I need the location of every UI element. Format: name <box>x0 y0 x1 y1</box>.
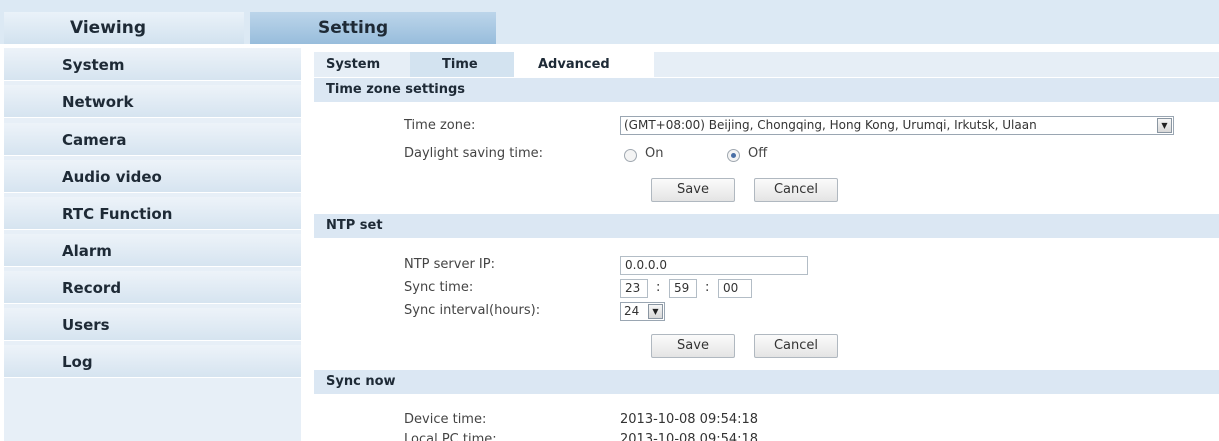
sync-interval-value: 24 <box>624 304 640 318</box>
sidebar: System Network Camera Audio video RTC Fu… <box>4 48 301 441</box>
sidebar-item-camera[interactable]: Camera <box>4 123 301 156</box>
ntp-server-input[interactable]: 0.0.0.0 <box>620 256 808 275</box>
tab-system[interactable]: System <box>314 52 404 77</box>
sync-minute-input[interactable]: 59 <box>669 279 697 298</box>
device-time-label: Device time: <box>404 412 487 427</box>
top-tab-bar: Viewing Setting <box>0 0 1219 44</box>
sidebar-item-system[interactable]: System <box>4 48 301 81</box>
time-separator: : <box>656 280 661 295</box>
ntp-server-label: NTP server IP: <box>404 257 495 272</box>
section-title-time-zone: Time zone settings <box>314 78 1219 102</box>
sync-interval-label: Sync interval(hours): <box>404 303 541 318</box>
section-title-sync-now: Sync now <box>314 370 1219 394</box>
daylight-off-label: Off <box>748 146 768 161</box>
device-time-value: 2013-10-08 09:54:18 <box>620 412 759 427</box>
time-zone-label: Time zone: <box>404 118 476 133</box>
section-title-ntp: NTP set <box>314 214 1219 238</box>
tab-viewing[interactable]: Viewing <box>4 12 244 44</box>
daylight-on-radio[interactable] <box>624 149 637 162</box>
daylight-on-label: On <box>645 146 664 161</box>
time-zone-value: (GMT+08:00) Beijing, Chongqing, Hong Kon… <box>624 118 1037 132</box>
chevron-down-icon: ▼ <box>1157 118 1172 133</box>
sidebar-item-users[interactable]: Users <box>4 308 301 341</box>
sync-second-input[interactable]: 00 <box>718 279 752 298</box>
time-separator: : <box>705 280 710 295</box>
sidebar-item-network[interactable]: Network <box>4 85 301 118</box>
tab-advanced[interactable]: Advanced <box>514 52 654 77</box>
ntp-cancel-button[interactable]: Cancel <box>754 334 838 358</box>
chevron-down-icon: ▼ <box>648 304 663 319</box>
daylight-saving-label: Daylight saving time: <box>404 146 544 161</box>
tab-time[interactable]: Time <box>410 52 514 77</box>
main-content: System Time Advanced Time zone settings … <box>314 48 1219 441</box>
tab-setting[interactable]: Setting <box>250 12 496 44</box>
timezone-save-button[interactable]: Save <box>651 178 735 202</box>
sync-hour-input[interactable]: 23 <box>620 279 648 298</box>
sync-interval-select[interactable]: 24 ▼ <box>620 302 665 321</box>
sidebar-item-log[interactable]: Log <box>4 345 301 378</box>
time-zone-select[interactable]: (GMT+08:00) Beijing, Chongqing, Hong Kon… <box>620 116 1174 135</box>
sub-tab-bar: System Time Advanced <box>314 52 1219 77</box>
sidebar-item-record[interactable]: Record <box>4 271 301 304</box>
sync-time-label: Sync time: <box>404 280 474 295</box>
local-pc-time-value: 2013-10-08 09:54:18 <box>620 432 759 441</box>
sidebar-item-rtc-function[interactable]: RTC Function <box>4 197 301 230</box>
daylight-off-radio[interactable] <box>727 149 740 162</box>
timezone-cancel-button[interactable]: Cancel <box>754 178 838 202</box>
local-pc-time-label: Local PC time: <box>404 432 497 441</box>
ntp-save-button[interactable]: Save <box>651 334 735 358</box>
sidebar-item-audio-video[interactable]: Audio video <box>4 160 301 193</box>
sidebar-item-alarm[interactable]: Alarm <box>4 234 301 267</box>
